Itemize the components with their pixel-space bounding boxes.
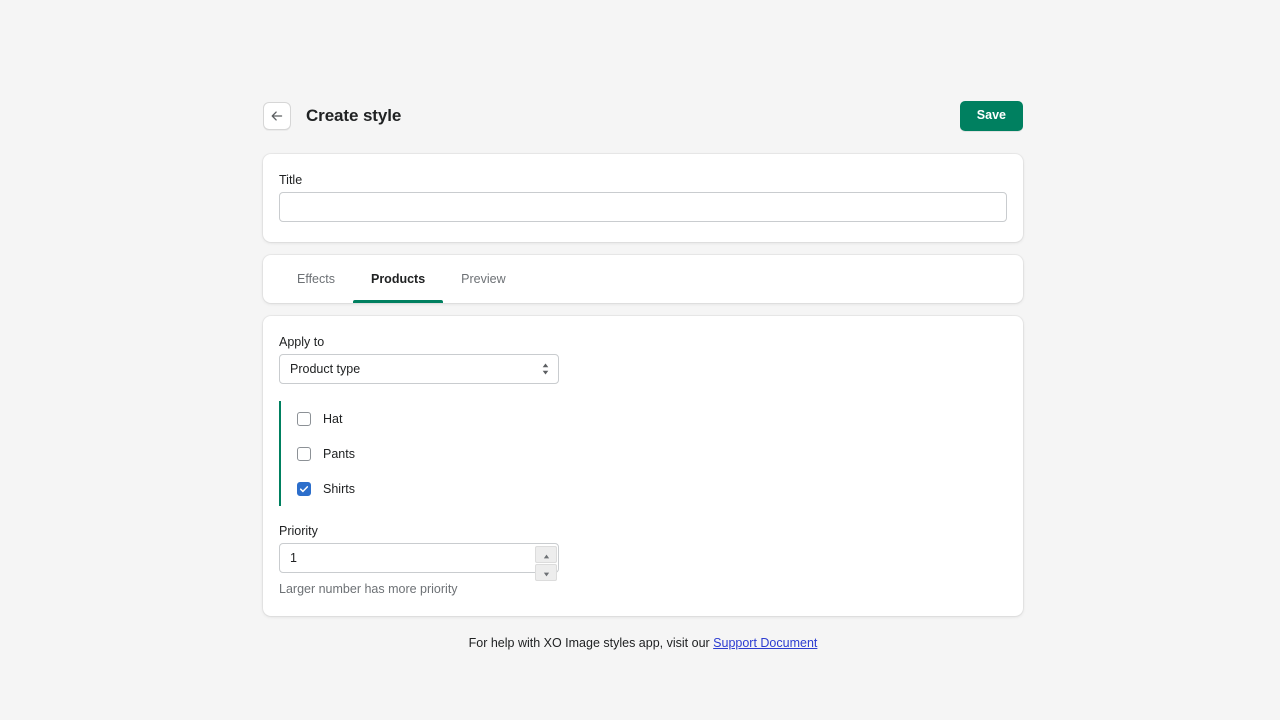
checkbox-pants[interactable] bbox=[297, 447, 311, 461]
tab-list: Effects Products Preview bbox=[263, 255, 1023, 303]
choice-label-shirts: Shirts bbox=[323, 482, 355, 496]
title-card-body: Title bbox=[263, 154, 1023, 242]
priority-stepper bbox=[535, 545, 557, 571]
tab-effects[interactable]: Effects bbox=[279, 255, 353, 303]
tab-products[interactable]: Products bbox=[353, 255, 443, 303]
priority-help-text: Larger number has more priority bbox=[279, 582, 1007, 596]
choice-label-pants: Pants bbox=[323, 447, 355, 461]
content-shell: Create style Save Title Effects Products… bbox=[263, 92, 1023, 650]
title-input[interactable] bbox=[279, 192, 1007, 222]
back-button[interactable] bbox=[263, 102, 291, 130]
priority-input-wrap bbox=[279, 543, 559, 573]
apply-to-select-wrap: Product type bbox=[279, 354, 559, 384]
priority-label: Priority bbox=[279, 524, 1007, 538]
products-panel-card: Apply to Product type bbox=[263, 316, 1023, 616]
priority-block: Priority bbox=[279, 524, 1007, 596]
arrow-left-icon bbox=[270, 109, 284, 123]
page-header: Create style Save bbox=[263, 92, 1023, 140]
priority-decrement-button[interactable] bbox=[535, 564, 557, 581]
choice-row-pants[interactable]: Pants bbox=[297, 436, 1007, 471]
footer-text: For help with XO Image styles app, visit… bbox=[469, 636, 714, 650]
product-type-choice-list: Hat Pants bbox=[279, 401, 1007, 506]
products-panel-body: Apply to Product type bbox=[263, 316, 1023, 616]
apply-to-label: Apply to bbox=[279, 335, 1007, 349]
tabs-card: Effects Products Preview bbox=[263, 255, 1023, 303]
choice-label-hat: Hat bbox=[323, 412, 342, 426]
save-button[interactable]: Save bbox=[960, 101, 1023, 132]
page-title: Create style bbox=[306, 106, 401, 126]
priority-input[interactable] bbox=[279, 543, 559, 573]
checkbox-shirts[interactable] bbox=[297, 482, 311, 496]
priority-increment-button[interactable] bbox=[535, 546, 557, 563]
caret-up-icon bbox=[543, 547, 550, 562]
apply-to-select[interactable]: Product type bbox=[279, 354, 559, 384]
choice-row-shirts[interactable]: Shirts bbox=[297, 471, 1007, 506]
tab-preview[interactable]: Preview bbox=[443, 255, 523, 303]
caret-down-icon bbox=[543, 565, 550, 580]
apply-to-select-value: Product type bbox=[290, 362, 360, 376]
app-page: Create style Save Title Effects Products… bbox=[0, 0, 1280, 720]
checkbox-hat[interactable] bbox=[297, 412, 311, 426]
title-card: Title bbox=[263, 154, 1023, 242]
choice-row-hat[interactable]: Hat bbox=[297, 401, 1007, 436]
support-document-link[interactable]: Support Document bbox=[713, 636, 817, 650]
footer-help-text: For help with XO Image styles app, visit… bbox=[263, 636, 1023, 650]
title-field-label: Title bbox=[279, 173, 1007, 187]
